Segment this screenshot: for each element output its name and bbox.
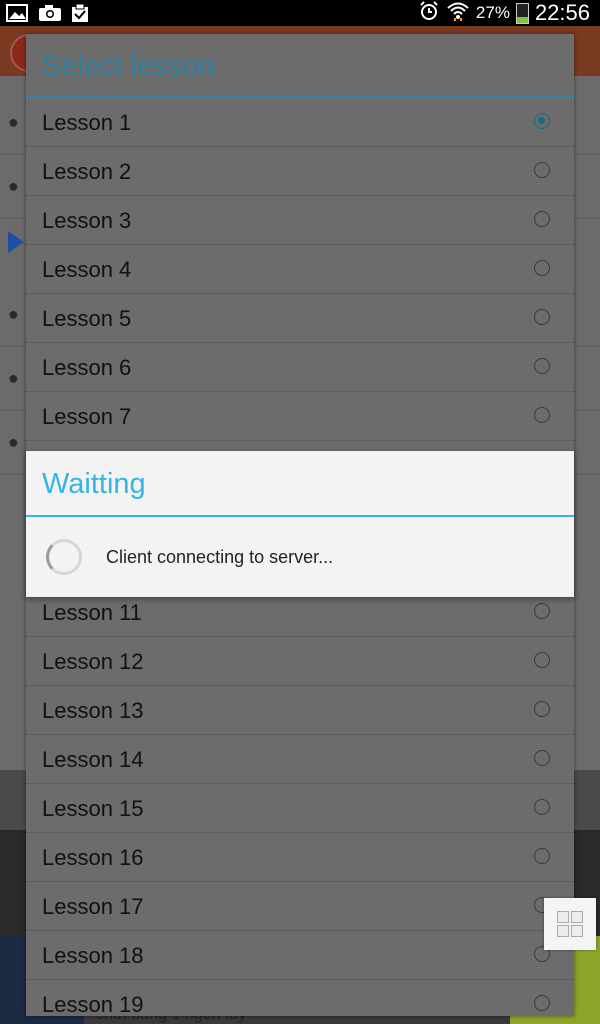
- lesson-option[interactable]: Lesson 17: [26, 882, 574, 931]
- radio-button[interactable]: [534, 750, 550, 766]
- radio-button[interactable]: [534, 260, 550, 276]
- loading-spinner-icon: [46, 539, 82, 575]
- status-bar: 27% 22:56: [0, 0, 600, 26]
- lesson-label: Lesson 12: [42, 649, 144, 674]
- lesson-label: Lesson 18: [42, 943, 144, 968]
- wifi-icon: [446, 0, 470, 27]
- lesson-label: Lesson 11: [42, 600, 142, 625]
- radio-button[interactable]: [534, 701, 550, 717]
- lesson-option[interactable]: Lesson 1: [26, 98, 574, 147]
- lesson-label: Lesson 19: [42, 992, 144, 1016]
- status-notifications: [6, 3, 92, 23]
- lesson-option[interactable]: Lesson 4: [26, 245, 574, 294]
- radio-button[interactable]: [534, 407, 550, 423]
- lesson-option[interactable]: Lesson 5: [26, 294, 574, 343]
- play-icon: [8, 231, 24, 253]
- lesson-label: Lesson 16: [42, 845, 144, 870]
- radio-button[interactable]: [534, 162, 550, 178]
- headphones-icon: ●: [8, 112, 19, 132]
- lesson-option[interactable]: Lesson 12: [26, 637, 574, 686]
- lesson-label: Lesson 3: [42, 208, 132, 233]
- radio-button[interactable]: [534, 211, 550, 227]
- lesson-option[interactable]: Lesson 18: [26, 931, 574, 980]
- lesson-option[interactable]: Lesson 13: [26, 686, 574, 735]
- lesson-option[interactable]: Lesson 7: [26, 392, 574, 441]
- lesson-label: Lesson 17: [42, 894, 144, 919]
- waiting-title: Waitting: [26, 451, 574, 517]
- waiting-dialog: Waitting Client connecting to server...: [26, 451, 574, 597]
- lesson-option[interactable]: Lesson 16: [26, 833, 574, 882]
- lesson-label: Lesson 1: [42, 110, 132, 135]
- camera-icon: [38, 3, 61, 23]
- grid-icon-cell: [571, 911, 583, 923]
- radio-button[interactable]: [534, 309, 550, 325]
- radio-button[interactable]: [534, 113, 550, 129]
- battery-icon: [515, 2, 529, 24]
- lesson-label: Lesson 14: [42, 747, 144, 772]
- lesson-label: Lesson 2: [42, 159, 132, 184]
- headphones-icon: ●: [8, 432, 19, 452]
- lesson-option[interactable]: Lesson 2: [26, 147, 574, 196]
- lesson-label: Lesson 4: [42, 257, 132, 282]
- lesson-option[interactable]: Lesson 14: [26, 735, 574, 784]
- lesson-option[interactable]: Lesson 3: [26, 196, 574, 245]
- lesson-label: Lesson 5: [42, 306, 132, 331]
- lesson-option[interactable]: Lesson 6: [26, 343, 574, 392]
- radio-button[interactable]: [534, 799, 550, 815]
- lesson-label: Lesson 7: [42, 404, 132, 429]
- grid-menu-button[interactable]: [544, 898, 596, 950]
- radio-button[interactable]: [534, 652, 550, 668]
- gallery-icon: [6, 3, 28, 23]
- clock: 22:56: [534, 0, 590, 25]
- radio-button[interactable]: [534, 603, 550, 619]
- dialog-title: Select lesson: [26, 34, 574, 98]
- headphones-icon: ●: [8, 368, 19, 388]
- grid-icon-cell: [571, 925, 583, 937]
- clipboard-check-icon: [70, 3, 92, 23]
- grid-icon: [557, 911, 569, 923]
- lesson-option[interactable]: Lesson 19: [26, 980, 574, 1016]
- waiting-body: Client connecting to server...: [26, 517, 574, 597]
- waiting-message: Client connecting to server...: [106, 547, 334, 567]
- radio-button[interactable]: [534, 848, 550, 864]
- lesson-label: Lesson 6: [42, 355, 132, 380]
- headphones-icon: ●: [8, 176, 19, 196]
- lesson-label: Lesson 13: [42, 698, 144, 723]
- headphones-icon: ●: [8, 304, 19, 324]
- alarm-icon: [418, 0, 440, 27]
- grid-icon-cell: [557, 925, 569, 937]
- radio-button[interactable]: [534, 358, 550, 374]
- lesson-label: Lesson 15: [42, 796, 144, 821]
- lesson-option[interactable]: Lesson 15: [26, 784, 574, 833]
- battery-percent: 27%: [475, 3, 510, 22]
- status-right: 27% 22:56: [418, 0, 590, 26]
- radio-button[interactable]: [534, 995, 550, 1011]
